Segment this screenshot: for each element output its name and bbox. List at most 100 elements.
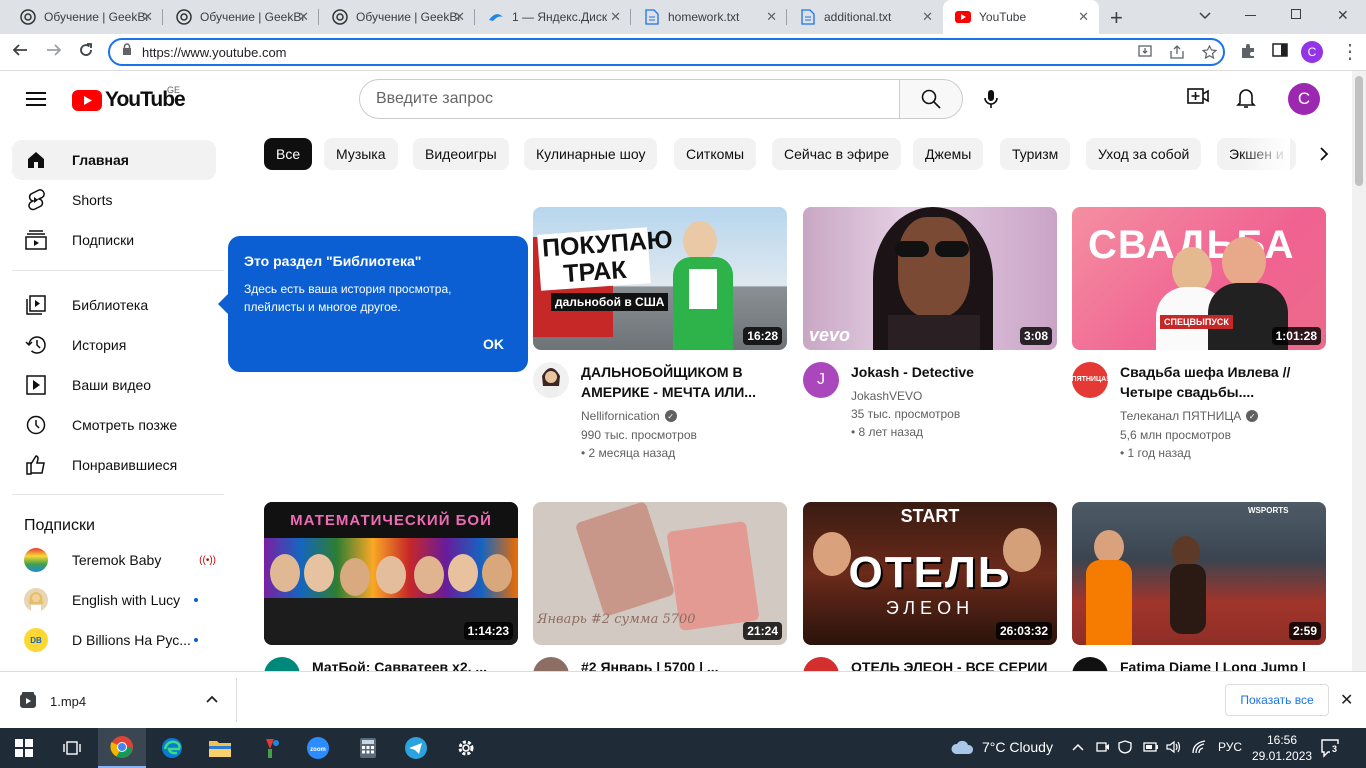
windows-start-button[interactable] bbox=[0, 728, 48, 768]
channel-avatar[interactable]: ПЯТНИЦА! bbox=[1072, 362, 1108, 398]
browser-tab[interactable]: homework.txt ✕ bbox=[624, 0, 787, 34]
close-tab-icon[interactable]: ✕ bbox=[610, 9, 621, 25]
download-file-name[interactable]: 1.mp4 bbox=[50, 694, 86, 709]
close-tab-icon[interactable]: ✕ bbox=[298, 9, 309, 25]
browser-tab[interactable]: 1 — Яндекс.Диск ✕ bbox=[468, 0, 631, 34]
video-title[interactable]: Свадьба шефа Ивлева // Четыре свадьбы...… bbox=[1120, 362, 1320, 402]
close-tab-icon[interactable]: ✕ bbox=[766, 9, 777, 25]
weather-widget[interactable]: 7°C Cloudy bbox=[950, 739, 1053, 755]
browser-tab[interactable]: additional.txt ✕ bbox=[780, 0, 943, 34]
extensions-icon[interactable] bbox=[1240, 43, 1256, 62]
taskbar-app-explorer[interactable] bbox=[196, 728, 244, 768]
scrollbar-thumb[interactable] bbox=[1355, 76, 1363, 186]
close-window-button[interactable]: ✕ bbox=[1337, 7, 1349, 24]
channel-name[interactable]: Nellifornication ✓ bbox=[581, 409, 677, 423]
browser-profile-avatar[interactable]: C bbox=[1301, 41, 1323, 63]
sidebar-item-history[interactable]: История bbox=[12, 325, 216, 365]
sidebar-item-library[interactable]: Библиотека bbox=[12, 285, 216, 325]
battery-icon[interactable] bbox=[1143, 740, 1159, 757]
chip[interactable]: Сейчас в эфире bbox=[772, 138, 902, 170]
channel-name[interactable]: Телеканал ПЯТНИЦА ✓ bbox=[1120, 409, 1259, 423]
system-clock[interactable]: 16:56 29.01.2023 bbox=[1252, 732, 1312, 764]
video-thumbnail[interactable]: vevo 3:08 bbox=[803, 207, 1057, 350]
back-button[interactable] bbox=[12, 42, 28, 63]
url-text[interactable]: https://www.youtube.com bbox=[142, 45, 287, 60]
new-tab-button[interactable]: + bbox=[1110, 5, 1123, 31]
user-avatar[interactable]: C bbox=[1288, 83, 1320, 115]
search-button[interactable] bbox=[899, 79, 963, 119]
sidebar-item-home[interactable]: Главная bbox=[12, 140, 216, 180]
channel-avatar[interactable] bbox=[533, 362, 569, 398]
subscription-item[interactable]: Teremok Baby ((•)) bbox=[12, 540, 216, 580]
task-view-button[interactable] bbox=[48, 728, 96, 768]
notifications-center-button[interactable]: 3 bbox=[1320, 738, 1344, 763]
video-thumbnail[interactable]: WSPORTS 2:59 bbox=[1072, 502, 1326, 645]
video-thumbnail[interactable]: СВАДЬБА СПЕЦВЫПУСК 1:01:28 bbox=[1072, 207, 1326, 350]
chevron-up-icon[interactable] bbox=[206, 692, 218, 706]
chip[interactable]: Кулинарные шоу bbox=[524, 138, 658, 170]
show-all-downloads-button[interactable]: Показать все bbox=[1225, 684, 1329, 716]
input-language-indicator[interactable]: РУС bbox=[1218, 740, 1242, 754]
volume-icon[interactable] bbox=[1166, 740, 1182, 757]
chip[interactable]: Музыка bbox=[324, 138, 398, 170]
video-thumbnail[interactable]: START ОТЕЛЬ ЭЛЕОН 26:03:32 bbox=[803, 502, 1057, 645]
close-tab-icon[interactable]: ✕ bbox=[922, 9, 933, 25]
popup-ok-button[interactable]: OK bbox=[483, 336, 504, 352]
close-tab-icon[interactable]: ✕ bbox=[1078, 9, 1089, 25]
tab-search-icon[interactable] bbox=[1199, 7, 1211, 23]
chip[interactable]: Джемы bbox=[913, 138, 984, 170]
chip[interactable]: Видеоигры bbox=[413, 138, 509, 170]
address-bar[interactable]: https://www.youtube.com bbox=[108, 38, 1225, 66]
chips-next-button[interactable] bbox=[1308, 138, 1340, 170]
close-tab-icon[interactable]: ✕ bbox=[454, 9, 465, 25]
video-thumbnail[interactable]: Январь #2 сумма 5700 21:24 bbox=[533, 502, 787, 645]
close-tab-icon[interactable]: ✕ bbox=[142, 9, 153, 25]
browser-tab[interactable]: Обучение | GeekBrains ✕ bbox=[312, 0, 475, 34]
browser-tab-active[interactable]: YouTube ✕ bbox=[943, 0, 1099, 34]
taskbar-app-paint[interactable] bbox=[246, 728, 294, 768]
taskbar-app-settings[interactable] bbox=[442, 728, 490, 768]
taskbar-app-calculator[interactable] bbox=[344, 728, 392, 768]
chip[interactable]: Туризм bbox=[1000, 138, 1071, 170]
restore-button[interactable] bbox=[1291, 9, 1301, 19]
security-shield-icon[interactable] bbox=[1118, 740, 1132, 757]
sidebar-item-your-videos[interactable]: Ваши видео bbox=[12, 365, 216, 405]
voice-search-button[interactable] bbox=[976, 83, 1006, 115]
subscription-item[interactable]: DB D Billions На Рус... bbox=[12, 620, 216, 660]
search-box[interactable] bbox=[359, 79, 900, 119]
reload-button[interactable] bbox=[78, 42, 94, 63]
video-thumbnail[interactable]: МАТЕМАТИЧЕСКИЙ БОЙ 1:14:23 bbox=[264, 502, 518, 645]
share-icon[interactable] bbox=[1170, 45, 1186, 62]
video-card[interactable]: vevo 3:08 J Jokash - Detective JokashVEV… bbox=[803, 207, 1057, 460]
video-card[interactable]: СВАДЬБА СПЕЦВЫПУСК 1:01:28 ПЯТНИЦА! Свад… bbox=[1072, 207, 1326, 460]
channel-avatar[interactable]: J bbox=[803, 362, 839, 398]
browser-tab[interactable]: Обучение | GeekBrains ✕ bbox=[156, 0, 319, 34]
channel-name[interactable]: JokashVEVO bbox=[851, 389, 922, 403]
minimize-button[interactable] bbox=[1245, 15, 1256, 16]
sidebar-item-subscriptions[interactable]: Подписки bbox=[12, 220, 216, 260]
subscription-item[interactable]: English with Lucy bbox=[12, 580, 216, 620]
meet-now-icon[interactable] bbox=[1096, 740, 1110, 757]
tray-overflow-chevron-icon[interactable] bbox=[1072, 740, 1084, 754]
video-card[interactable]: ПОКУПАЮ ТРАК дальнобой в США 16:28 ДАЛЬН… bbox=[533, 207, 787, 460]
video-title[interactable]: Jokash - Detective bbox=[851, 362, 1051, 382]
browser-tab[interactable]: Обучение | GeekBrains ✕ bbox=[0, 0, 163, 34]
sidebar-item-liked[interactable]: Понравившиеся bbox=[12, 445, 216, 485]
video-thumbnail[interactable]: ПОКУПАЮ ТРАК дальнобой в США 16:28 bbox=[533, 207, 787, 350]
taskbar-app-zoom[interactable]: zoom bbox=[294, 728, 342, 768]
taskbar-app-chrome[interactable] bbox=[98, 728, 146, 768]
create-video-icon[interactable] bbox=[1187, 87, 1209, 110]
taskbar-app-telegram[interactable] bbox=[392, 728, 440, 768]
chip[interactable]: Уход за собой bbox=[1086, 138, 1202, 170]
sidebar-item-watch-later[interactable]: Смотреть позже bbox=[12, 405, 216, 445]
lock-icon[interactable] bbox=[122, 43, 132, 61]
network-icon[interactable] bbox=[1192, 740, 1208, 757]
browser-menu-icon[interactable]: ⋮ bbox=[1340, 39, 1360, 64]
close-download-bar-icon[interactable]: ✕ bbox=[1340, 690, 1353, 710]
taskbar-app-edge[interactable] bbox=[148, 728, 196, 768]
video-title[interactable]: ДАЛЬНОБОЙЩИКОМ В АМЕРИКЕ - МЕЧТА ИЛИ... bbox=[581, 362, 781, 402]
side-panel-icon[interactable] bbox=[1272, 43, 1288, 60]
chip-all[interactable]: Все bbox=[264, 138, 313, 170]
notifications-bell-icon[interactable] bbox=[1236, 87, 1256, 114]
forward-button[interactable] bbox=[46, 42, 62, 63]
